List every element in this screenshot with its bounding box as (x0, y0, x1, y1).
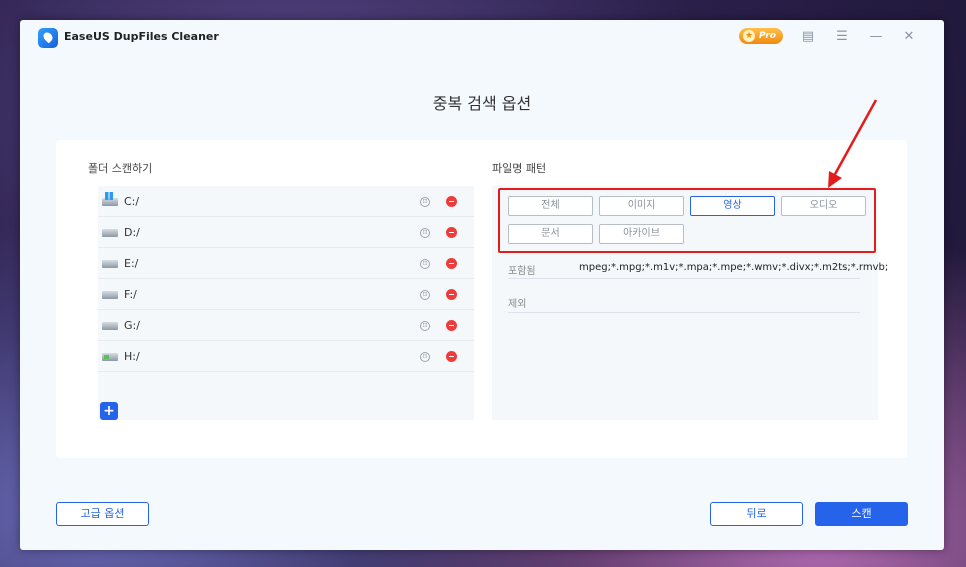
red-arrow-annotation (828, 99, 878, 188)
